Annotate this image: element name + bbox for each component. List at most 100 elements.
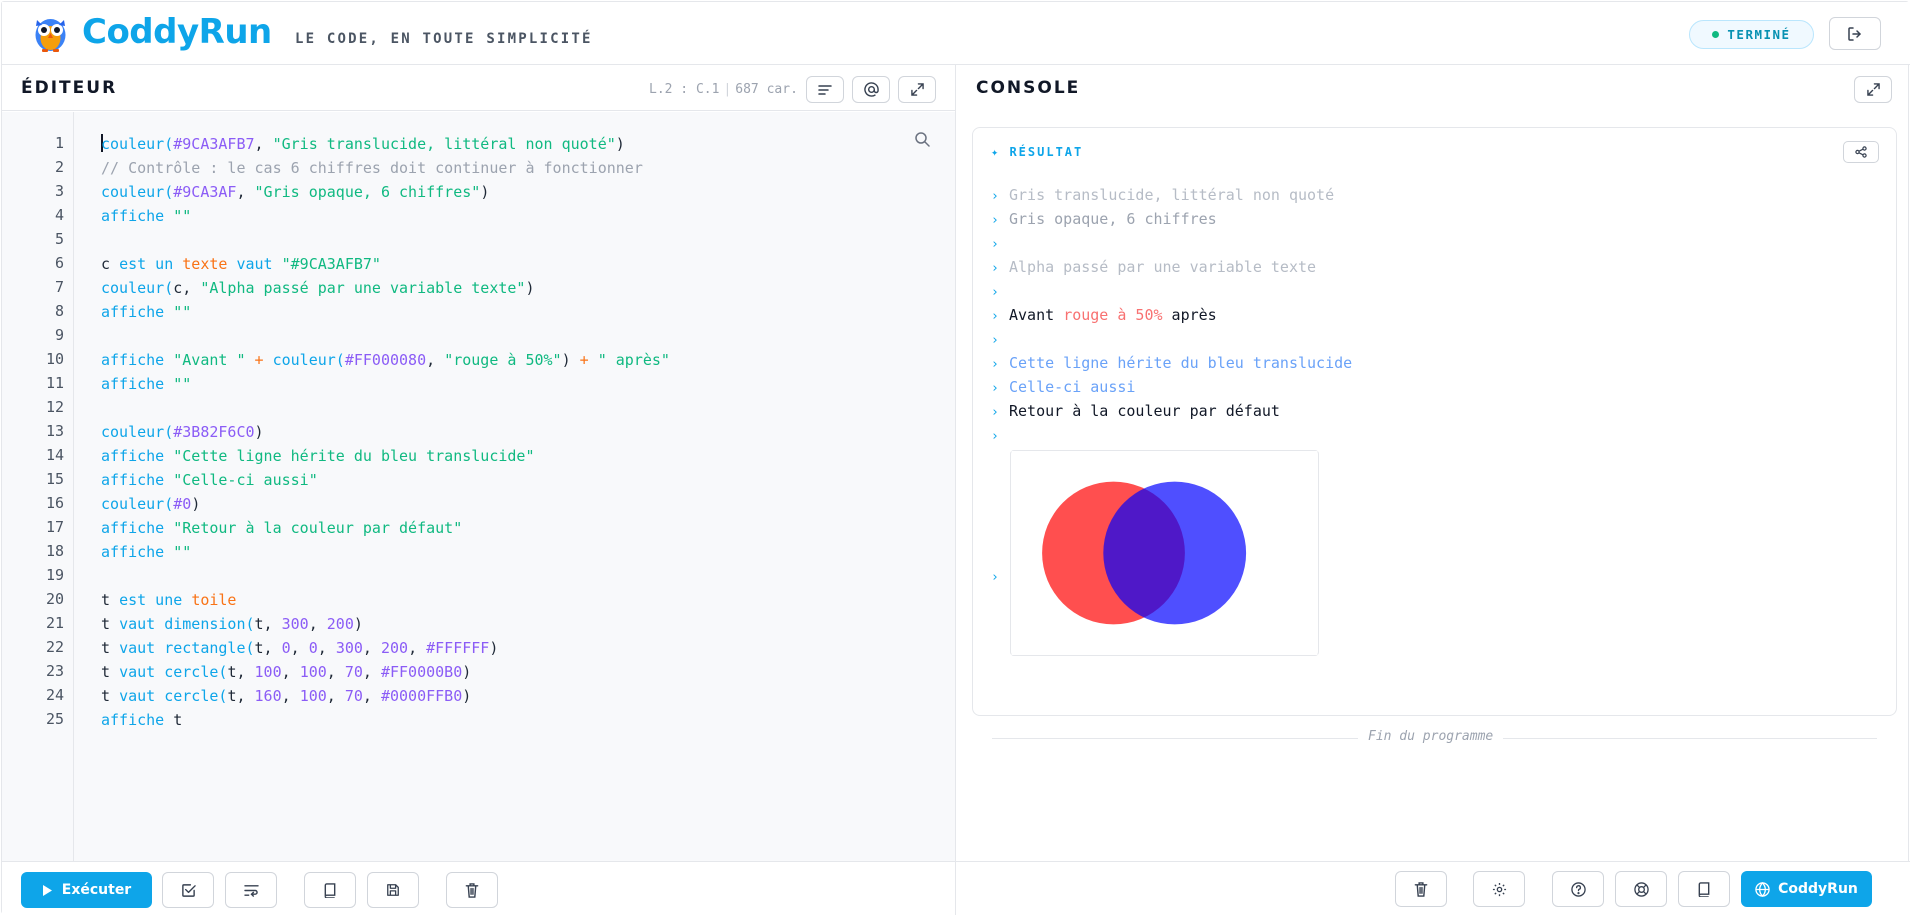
console-line: › — [991, 237, 999, 252]
console-line: › — [991, 570, 999, 585]
wrap-icon — [243, 884, 259, 897]
canvas-drawing — [1011, 451, 1318, 655]
result-label: ✦ RÉSULTAT — [991, 145, 1084, 159]
logout-icon — [1848, 26, 1861, 41]
at-sign-icon — [863, 82, 879, 97]
line-number: 17 — [45, 518, 64, 536]
code-line-16: couleur(#0) — [101, 495, 201, 513]
console-line: › — [991, 285, 999, 300]
wrap-button[interactable] — [225, 872, 277, 908]
line-number: 18 — [45, 542, 64, 560]
code-line-3: couleur(#9CA3AF, "Gris opaque, 6 chiffre… — [101, 183, 490, 201]
line-number: 11 — [45, 374, 64, 392]
line-number: 19 — [45, 566, 64, 584]
console-line: › Cette ligne hérite du bleu translucide — [991, 354, 1353, 372]
line-number: 24 — [45, 686, 64, 704]
line-number: 13 — [45, 422, 64, 440]
console-line: › Celle-ci aussi — [991, 378, 1136, 396]
code-line-7: couleur(c, "Alpha passé par une variable… — [101, 279, 535, 297]
clear-console-button[interactable] — [1395, 871, 1447, 907]
console-line: › Gris opaque, 6 chiffres — [991, 210, 1217, 228]
save-icon — [387, 884, 399, 896]
cursor-line-col: L.2 : C.1 — [649, 82, 720, 97]
line-number: 3 — [54, 182, 64, 200]
line-number: 14 — [45, 446, 64, 464]
book-icon — [1698, 881, 1710, 897]
search-icon[interactable] — [914, 131, 930, 147]
console-line: › Retour à la couleur par défaut — [991, 402, 1280, 420]
app-header: CoddyRun LE CODE, EN TOUTE SIMPLICITÉ TE… — [2, 2, 1910, 65]
line-number: 16 — [45, 494, 64, 512]
expand-console-button[interactable] — [1854, 76, 1892, 103]
expand-icon — [1866, 83, 1880, 96]
coddyrun-label: CoddyRun — [1778, 881, 1858, 897]
line-number: 1 — [54, 134, 64, 152]
code-line-23: t vaut cercle(t, 100, 100, 70, #FF0000B0… — [101, 663, 472, 681]
line-number: 25 — [45, 710, 64, 728]
save-button[interactable] — [367, 872, 419, 908]
result-panel: ✦ RÉSULTAT › Gris translucide, littéral n… — [972, 127, 1897, 716]
coddyrun-website-button[interactable]: CoddyRun — [1741, 871, 1872, 907]
help-button[interactable] — [1552, 871, 1604, 907]
check-square-icon — [181, 883, 196, 897]
share-icon — [1855, 146, 1867, 158]
line-number: 12 — [45, 398, 64, 416]
code-line-22: t vaut rectangle(t, 0, 0, 300, 200, #FFF… — [101, 639, 499, 657]
gear-icon — [1492, 882, 1506, 896]
char-count: 687 car. — [735, 82, 798, 97]
line-number: 21 — [45, 614, 64, 632]
code-line-24: t vaut cercle(t, 160, 100, 70, #0000FFB0… — [101, 687, 472, 705]
code-line-15: affiche "Celle-ci aussi" — [101, 471, 318, 489]
cursor-position: L.2 : C.1 | 687 car. — [649, 82, 798, 97]
line-number: 4 — [54, 206, 64, 224]
run-button[interactable]: Exécuter — [21, 872, 152, 908]
line-number: 22 — [45, 638, 64, 656]
console-line: › Gris translucide, littéral non quoté — [991, 186, 1335, 204]
mention-button[interactable] — [852, 76, 890, 103]
status-label: TERMINÉ — [1727, 27, 1791, 42]
docs-button[interactable] — [304, 872, 356, 908]
globe-icon — [1755, 881, 1770, 897]
line-number: 7 — [54, 278, 64, 296]
editor-title: ÉDITEUR — [21, 78, 118, 98]
line-number: 20 — [45, 590, 64, 608]
settings-button[interactable] — [1473, 871, 1525, 907]
end-of-program: Fin du programme — [1358, 729, 1504, 744]
code-line-8: affiche "" — [101, 303, 192, 321]
code-line-21: t vaut dimension(t, 300, 200) — [101, 615, 363, 633]
run-label: Exécuter — [61, 882, 132, 898]
code-line-18: affiche "" — [101, 543, 192, 561]
reference-button[interactable] — [1678, 871, 1730, 907]
console-line: › — [991, 333, 999, 348]
format-button[interactable] — [806, 76, 844, 103]
code-line-17: affiche "Retour à la couleur par défaut" — [101, 519, 463, 537]
support-button[interactable] — [1615, 871, 1667, 907]
blue-circle — [1103, 481, 1247, 625]
code-line-10: affiche "Avant " + couleur(#FF000080, "r… — [101, 351, 670, 369]
expand-icon — [910, 83, 924, 96]
code-line-20: t est une toile — [101, 591, 237, 609]
canvas-output — [1010, 450, 1319, 656]
code-line-11: affiche "" — [101, 375, 192, 393]
app-window: CoddyRun LE CODE, EN TOUTE SIMPLICITÉ TE… — [1, 1, 1910, 915]
lifebuoy-icon — [1633, 881, 1649, 897]
status-badge: TERMINÉ — [1689, 20, 1814, 49]
brand-tagline: LE CODE, EN TOUTE SIMPLICITÉ — [295, 31, 593, 47]
console-line: › — [991, 429, 999, 444]
line-number: 8 — [54, 302, 64, 320]
code-line-2: // Contrôle : le cas 6 chiffres doit con… — [101, 159, 643, 177]
line-number: 15 — [45, 470, 64, 488]
share-button[interactable] — [1843, 141, 1879, 163]
code-line-25: affiche t — [101, 711, 183, 729]
code-line-14: affiche "Cette ligne hérite du bleu tran… — [101, 447, 535, 465]
format-icon — [818, 84, 832, 95]
logout-button[interactable] — [1829, 17, 1881, 50]
code-editor[interactable]: 1 2 3 4 5 6 7 8 9 10 11 12 13 14 15 16 1… — [2, 112, 955, 861]
code-line-1: couleur(#9CA3AFB7, "Gris translucide, li… — [101, 134, 625, 153]
panel-divider — [955, 65, 956, 915]
check-button[interactable] — [162, 872, 214, 908]
console-title: CONSOLE — [976, 78, 1081, 98]
expand-editor-button[interactable] — [898, 76, 936, 103]
clear-editor-button[interactable] — [446, 872, 498, 908]
line-number: 9 — [54, 326, 64, 344]
